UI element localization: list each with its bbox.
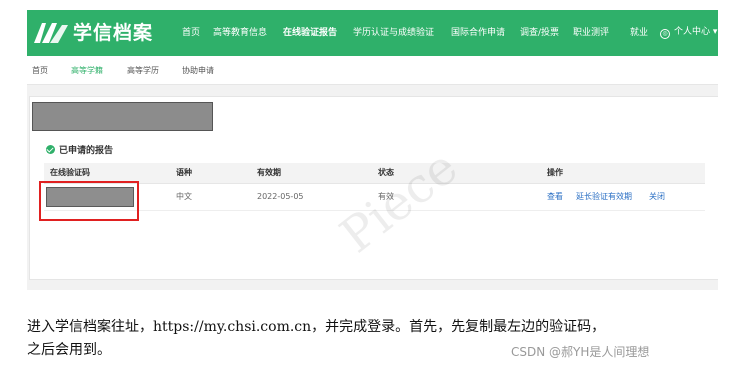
reports-card: 已申请的报告 在线验证码 语种 有效期 状态 操作 中文 2022-05-05 … xyxy=(29,96,718,280)
cell-language: 中文 xyxy=(176,192,192,201)
nav-item-career-assessment[interactable]: 职业测评 xyxy=(573,27,609,39)
chsi-logo-icon xyxy=(34,23,68,43)
brand-name[interactable]: 学信档案 xyxy=(73,21,153,45)
subnav-item-assist-apply[interactable]: 协助申请 xyxy=(182,66,214,76)
col-header-status: 状态 xyxy=(378,168,394,177)
reports-table: 在线验证码 语种 有效期 状态 操作 中文 2022-05-05 有效 查看 延… xyxy=(39,163,705,221)
user-circle-icon: ◎ xyxy=(660,29,670,39)
nav-item-home[interactable]: 首页 xyxy=(182,27,200,39)
user-center-label: 个人中心 xyxy=(674,27,711,37)
subnav-item-higher-enrollment[interactable]: 高等学籍 xyxy=(71,66,103,76)
subnav-item-higher-degree[interactable]: 高等学历 xyxy=(127,66,159,76)
extend-validity-link[interactable]: 延长验证有效期 xyxy=(576,192,632,202)
sub-navbar: 首页 高等学籍 高等学历 协助申请 xyxy=(27,56,718,85)
chevron-down-icon: ▾ xyxy=(712,27,718,37)
col-header-valid-until: 有效期 xyxy=(257,168,281,177)
nav-item-online-verification-report[interactable]: 在线验证报告 xyxy=(283,27,337,39)
col-header-language: 语种 xyxy=(176,168,192,177)
close-link[interactable]: 关闭 xyxy=(649,192,665,202)
caption-line-1: 进入学信档案往址，https://my.chsi.com.cn，并完成登录。首先… xyxy=(27,319,606,335)
redacted-header xyxy=(32,102,213,131)
col-header-actions: 操作 xyxy=(547,168,563,177)
cell-status: 有效 xyxy=(378,192,394,201)
table-row: 中文 2022-05-05 有效 查看 延长验证有效期 关闭 xyxy=(39,181,705,221)
csdn-watermark: CSDN @郝YH是人间理想 xyxy=(511,345,650,359)
col-header-verification-code: 在线验证码 xyxy=(50,168,90,177)
applied-reports-label: 已申请的报告 xyxy=(59,146,114,156)
table-header-row: 在线验证码 语种 有效期 状态 操作 xyxy=(44,163,705,184)
nav-item-survey-vote[interactable]: 调查/投票 xyxy=(520,27,559,39)
user-center-menu[interactable]: ◎ 个人中心 ▾ xyxy=(660,26,717,39)
applied-reports-title: 已申请的报告 xyxy=(46,145,113,157)
highlight-box xyxy=(39,181,139,221)
browser-screenshot: 学信档案 首页 高等教育信息 在线验证报告 学历认证与成绩验证 国际合作申请 调… xyxy=(27,10,718,290)
top-navbar: 学信档案 首页 高等教育信息 在线验证报告 学历认证与成绩验证 国际合作申请 调… xyxy=(27,10,718,56)
view-link[interactable]: 查看 xyxy=(547,192,563,202)
cell-valid-until: 2022-05-05 xyxy=(257,192,304,201)
nav-item-employment[interactable]: 就业 xyxy=(630,27,648,39)
nav-item-degree-certification[interactable]: 学历认证与成绩验证 xyxy=(353,27,434,39)
subnav-item-home[interactable]: 首页 xyxy=(32,66,48,76)
check-circle-icon xyxy=(46,145,55,154)
nav-item-higher-education-info[interactable]: 高等教育信息 xyxy=(213,27,267,39)
nav-item-international-cooperation[interactable]: 国际合作申请 xyxy=(451,27,505,39)
